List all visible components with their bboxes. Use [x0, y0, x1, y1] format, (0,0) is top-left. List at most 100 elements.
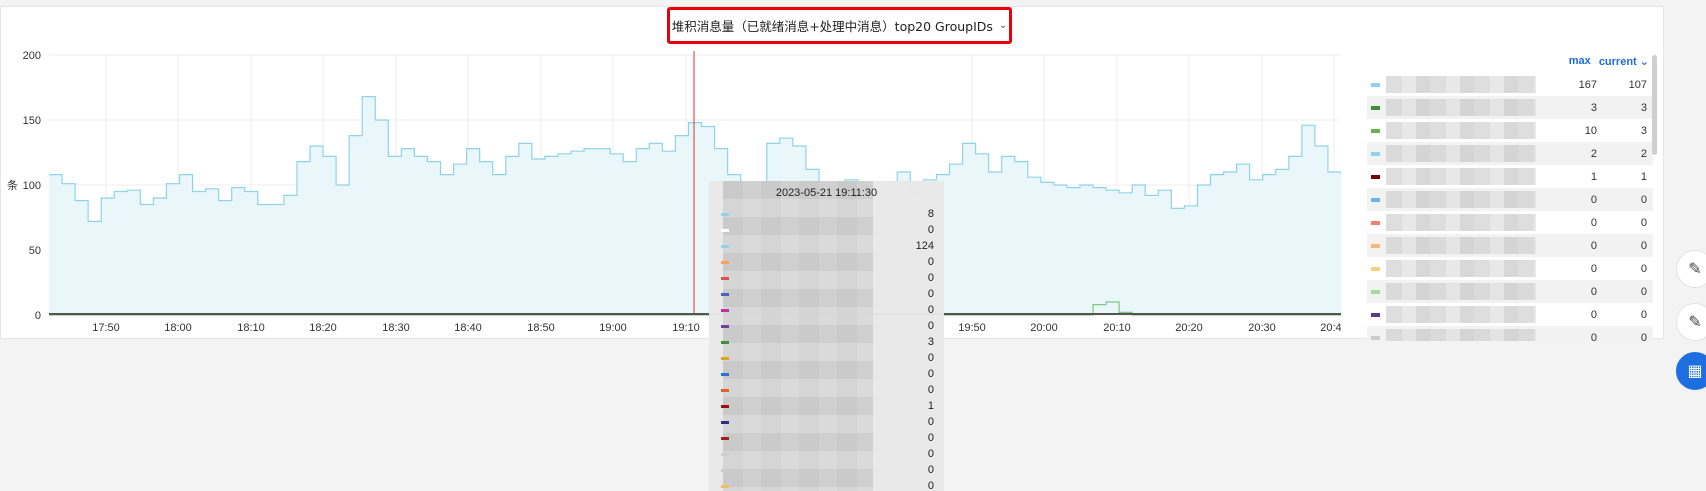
x-tick-label: 19:50	[958, 322, 986, 334]
legend-scrollbar[interactable]	[1652, 55, 1657, 155]
legend-swatch	[1371, 266, 1380, 271]
tooltip-swatch	[721, 485, 729, 488]
legend-current-value: 107	[1628, 78, 1647, 91]
y-tick-label: 200	[23, 50, 41, 62]
chevron-down-icon: ⌄	[1639, 56, 1649, 68]
tooltip-swatch	[721, 325, 729, 328]
legend-max-value: 1	[1590, 170, 1597, 183]
legend-row[interactable]: 00	[1367, 257, 1653, 280]
legend-col-current[interactable]: current ⌄	[1599, 55, 1649, 68]
redacted-series-name	[1386, 237, 1536, 254]
tooltip-row: 8	[709, 207, 944, 223]
tooltip-time: 2023-05-21 19:11:30	[775, 187, 878, 199]
legend-max-value: 0	[1590, 285, 1597, 298]
legend-row[interactable]: 33	[1367, 96, 1653, 119]
tooltip-value: 0	[927, 352, 934, 364]
tooltip-row: 0	[709, 431, 944, 447]
tooltip-row: 1	[709, 399, 944, 415]
legend-header: max current ⌄	[1569, 55, 1649, 68]
legend-max-value: 0	[1590, 193, 1597, 206]
tooltip-value: 0	[927, 320, 934, 332]
legend-row[interactable]: 00	[1367, 303, 1653, 326]
x-tick-label: 19:00	[599, 322, 627, 334]
tooltip-swatch	[721, 229, 729, 232]
tooltip-swatch	[721, 213, 729, 216]
redacted-series-name	[1386, 145, 1536, 162]
legend-row[interactable]: 167 107	[1367, 73, 1653, 96]
legend-max-value: 0	[1590, 262, 1597, 275]
chart-series	[49, 96, 1341, 316]
tooltip-value: 0	[927, 304, 934, 316]
legend-current-value: 0	[1640, 262, 1647, 275]
redacted-series-name	[1386, 76, 1536, 93]
redacted-series-name	[1386, 99, 1536, 116]
legend-max-value: 0	[1590, 308, 1597, 321]
x-tick-label: 20:10	[1103, 322, 1131, 334]
tooltip-swatch	[721, 277, 729, 280]
legend-current-value: 3	[1640, 124, 1647, 137]
tooltip-swatch	[721, 405, 729, 408]
tooltip-value: 0	[927, 448, 934, 460]
tooltip-swatch	[721, 309, 729, 312]
legend-max-value: 0	[1590, 239, 1597, 252]
legend-max-value: 2	[1590, 147, 1597, 160]
legend-current-value: 0	[1640, 331, 1647, 342]
legend-max-value: 0	[1590, 331, 1597, 342]
legend-row[interactable]: 00	[1367, 280, 1653, 303]
legend-swatch	[1371, 243, 1380, 248]
legend-row[interactable]: 00	[1367, 188, 1653, 211]
apps-icon[interactable]: ▦	[1676, 352, 1706, 390]
legend-row[interactable]: 00	[1367, 234, 1653, 257]
tooltip-row: 0	[709, 319, 944, 335]
area-chart[interactable]: 200 150 100 50 0 17:50 18:00 18:10 18:20 18:30 18…	[1, 7, 1341, 337]
legend-swatch	[1371, 151, 1380, 156]
tooltip-row: 0	[709, 415, 944, 431]
legend-swatch	[1371, 289, 1380, 294]
tooltip-row: 0	[709, 223, 944, 239]
tooltip-value: 0	[927, 480, 934, 491]
legend-current-value: 0	[1640, 239, 1647, 252]
y-axis-label: 条	[7, 178, 18, 192]
legend-row[interactable]: 11	[1367, 165, 1653, 188]
tooltip-swatch	[721, 437, 729, 440]
tooltip-row: 124	[709, 239, 944, 255]
tooltip-value: 0	[927, 368, 934, 380]
legend-current-value: 0	[1640, 193, 1647, 206]
tooltip-swatch	[721, 373, 729, 376]
legend-swatch	[1371, 220, 1380, 225]
legend-current-value: 0	[1640, 285, 1647, 298]
tooltip-swatch	[721, 245, 729, 248]
x-tick-label: 20:00	[1030, 322, 1058, 334]
legend-row[interactable]: 10 3	[1367, 119, 1653, 142]
x-tick-label: 18:00	[164, 322, 192, 334]
feedback-icon[interactable]: ✎	[1676, 303, 1706, 341]
y-tick-label: 0	[35, 310, 41, 322]
redacted-series-name	[1386, 168, 1536, 185]
legend-current-value: 1	[1640, 170, 1647, 183]
redacted-series-name	[1386, 122, 1536, 139]
tooltip-value: 0	[927, 384, 934, 396]
redacted-series-name	[1386, 306, 1536, 323]
x-tick-label: 19:10	[672, 322, 700, 334]
legend-row[interactable]: 22	[1367, 142, 1653, 165]
legend-swatch	[1371, 82, 1380, 87]
legend-current-value: 0	[1640, 308, 1647, 321]
chart-tooltip: 2023-05-21 19:11:30 8 0 124 0 0 0 0 0 3 0 0 0 1 0 0 0 0 0	[709, 181, 944, 491]
y-tick-label: 150	[23, 115, 41, 127]
edit-icon[interactable]: ✎	[1676, 250, 1706, 288]
legend-row[interactable]: 00	[1367, 211, 1653, 234]
tooltip-value: 0	[927, 416, 934, 428]
legend-row[interactable]: 00	[1367, 326, 1653, 341]
tooltip-row: 0	[709, 383, 944, 399]
tooltip-swatch	[721, 469, 729, 472]
tooltip-swatch	[721, 357, 729, 360]
legend-current-value: 3	[1640, 101, 1647, 114]
tooltip-row: 0	[709, 271, 944, 287]
tooltip-row: 0	[709, 351, 944, 367]
tooltip-value: 3	[927, 336, 934, 348]
legend-swatch	[1371, 174, 1380, 179]
tooltip-value: 0	[927, 464, 934, 476]
tooltip-value: 0	[927, 256, 934, 268]
legend-max-value: 167	[1578, 78, 1597, 91]
legend-col-max[interactable]: max	[1569, 55, 1591, 68]
